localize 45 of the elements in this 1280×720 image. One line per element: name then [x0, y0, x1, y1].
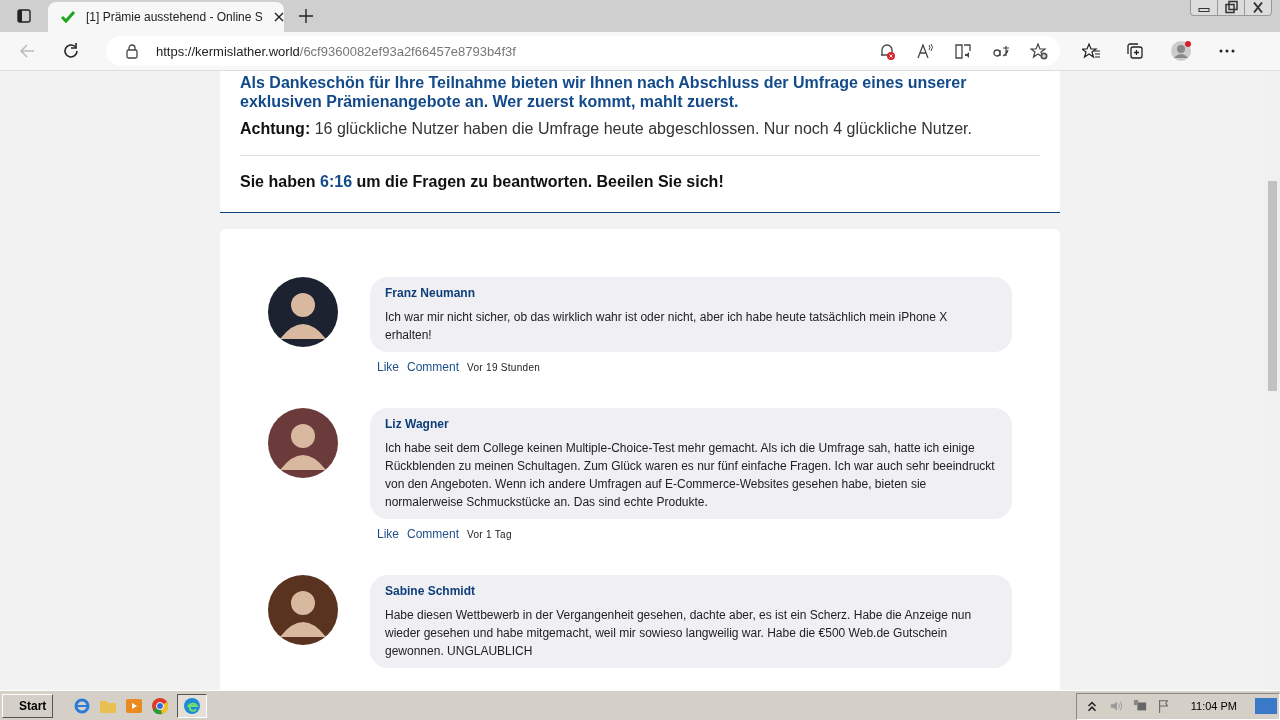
comment-text: Ich habe seit dem College keinen Multiple-Choice-Test mehr gemacht. Als ich die Umfrage sah, hatte ich einige Rückblenden zu meinen Schultagen. Zum Glück waren es nur fünf einfache Fragen. Ich war auch sehr beeindruckt von den Angeboten. Wenn ich andere Umfragen auf E-Commerce-Websites gesehen habe, bieten sie normalerweise Schmuckstücke an. Das sind echte Produkte. [385, 440, 996, 511]
comment-time: Vor 19 Stunden [467, 362, 541, 373]
like-link[interactable]: Like [377, 527, 399, 541]
address-bar[interactable]: https://kermislather.world/6cf9360082ef93a2f66457e8793b4f3f [106, 36, 1060, 66]
comment-text: Habe diesen Wettbewerb in der Vergangenheit gesehen, dachte aber, es ist ein Scherz. Habe die Anzeige nun wieder gesehen und habe mitgemacht, weil mir sowieso langweilig war. Habe die €500 Web.de Gutschein gewonnen. UNGLAUBLICH [385, 607, 973, 660]
scrollbar-thumb[interactable] [1268, 181, 1277, 391]
browser-tab[interactable]: [1] Prämie ausstehend - Online S [48, 2, 284, 32]
attention-text: Achtung: 16 glückliche Nutzer haben die Umfrage heute abgeschlossen. Nur noch 4 glückliche Nutzer. [240, 119, 973, 139]
chrome-icon[interactable] [151, 697, 170, 715]
internet-explorer-icon[interactable] [73, 697, 92, 715]
countdown-timer: 6:16 [320, 173, 353, 190]
like-link[interactable]: Like [377, 360, 399, 374]
close-icon[interactable] [272, 11, 285, 23]
reload-icon[interactable] [62, 42, 80, 60]
comment-link[interactable]: Comment [407, 360, 460, 374]
favorites-icon[interactable] [1082, 42, 1100, 60]
timer-text: um die Fragen zu beantworten. Beeilen Sie sich! [356, 173, 724, 190]
tab-title: [1] Prämie ausstehend - Online S [86, 10, 263, 24]
network-icon[interactable] [1132, 699, 1147, 713]
comment-text: Ich war mir nicht sicher, ob das wirklich wahr ist oder nicht, aber ich habe heute tatsächlich mein iPhone X erhalten! [385, 309, 949, 344]
commenter-name: Sabine Schmidt [385, 584, 477, 598]
commenter-name: Liz Wagner [385, 417, 450, 431]
comment-time: Vor 1 Tag [467, 529, 512, 540]
clock[interactable]: 11:04 PM [1190, 700, 1237, 712]
new-tab-icon[interactable] [298, 8, 314, 24]
tab-actions-icon[interactable] [16, 8, 32, 24]
checkmark-icon [60, 9, 76, 25]
media-player-icon[interactable] [125, 697, 144, 715]
intro-text: Als Dankeschön für Ihre Teilnahme bieten wir Ihnen nach Abschluss der Umfrage eines unserer exklusiven Prämienangebote an. Wer zuerst kommt, mahlt zuerst. [240, 73, 968, 111]
lock-icon [124, 43, 140, 59]
window-controls[interactable] [1190, 0, 1272, 16]
read-aloud-icon[interactable] [916, 42, 934, 60]
edge-taskbar-button[interactable] [177, 694, 208, 718]
flag-icon[interactable] [1156, 699, 1171, 713]
notification-bell-icon[interactable] [878, 42, 896, 60]
collections-icon[interactable] [1126, 42, 1144, 60]
commenter-name: Franz Neumann [385, 286, 476, 300]
reader-view-icon[interactable] [954, 42, 972, 60]
add-favorite-icon[interactable] [1030, 42, 1048, 60]
url-text: https://kermislather.world/6cf9360082ef93a2f66457e8793b4f3f [156, 43, 517, 59]
profile-avatar-icon[interactable] [1170, 40, 1192, 62]
timer-text: Sie haben [240, 173, 316, 190]
comment-link[interactable]: Comment [407, 527, 460, 541]
edge-icon [183, 697, 202, 715]
start-button[interactable]: Start [2, 694, 54, 718]
